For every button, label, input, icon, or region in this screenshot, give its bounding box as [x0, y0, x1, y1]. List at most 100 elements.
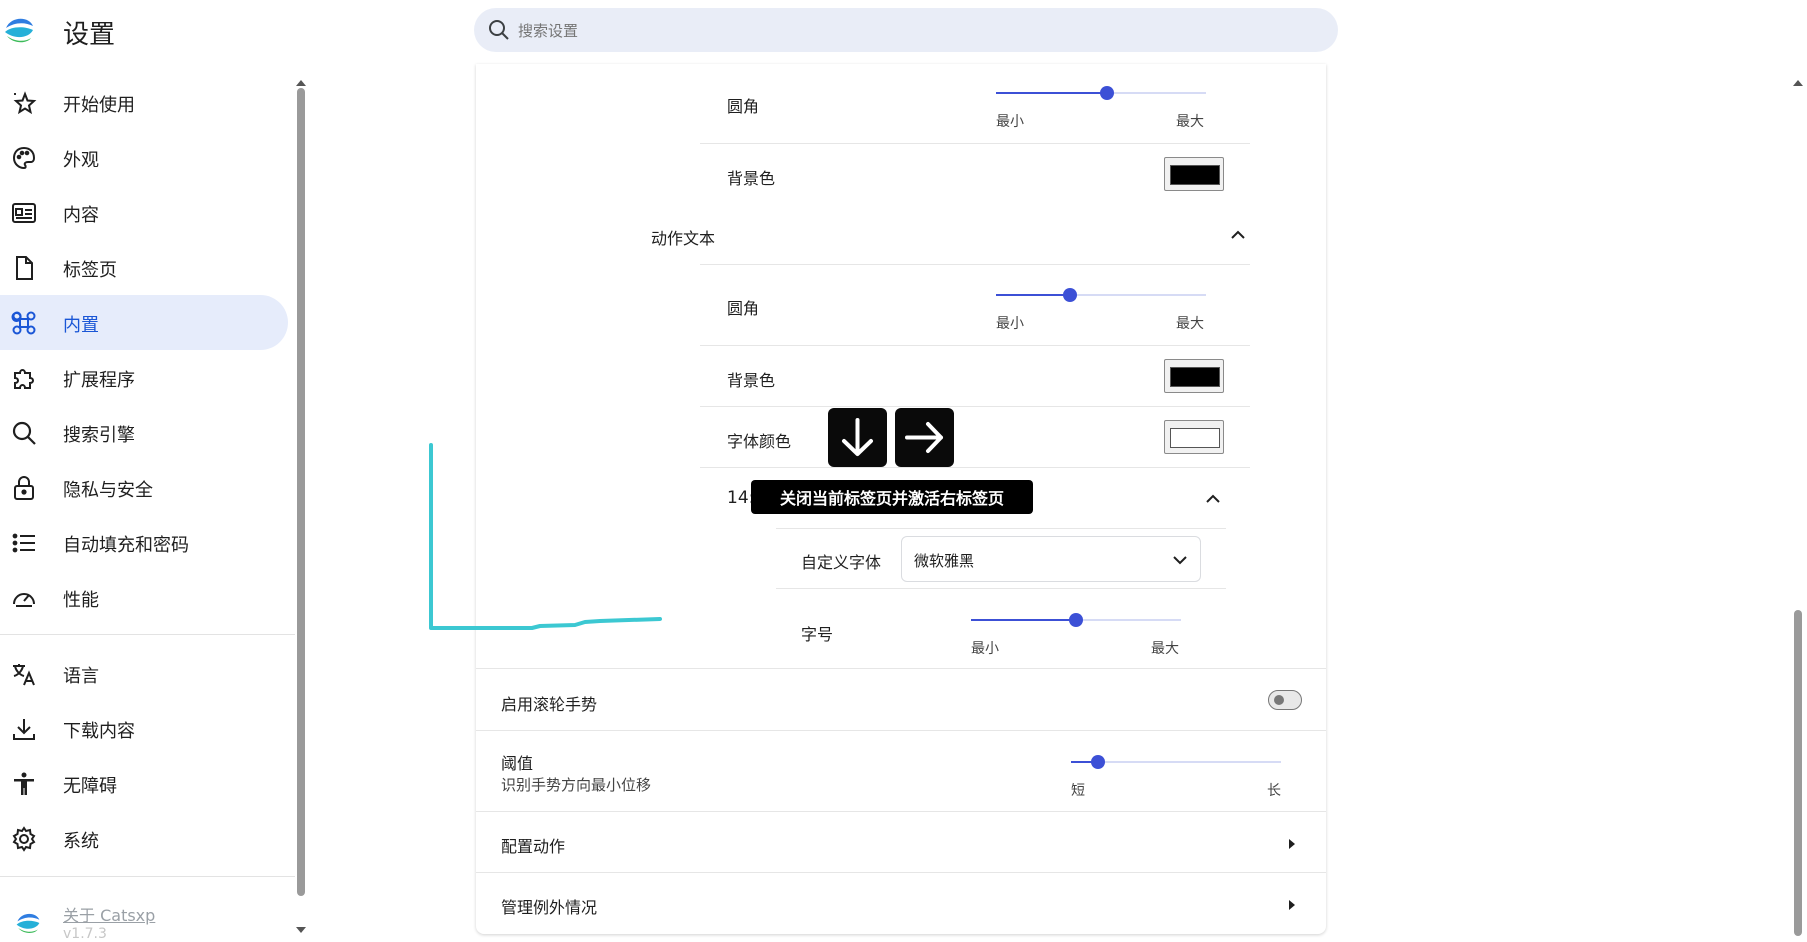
slider-fill — [996, 92, 1108, 94]
row-divider — [776, 588, 1226, 589]
corner-radius-label: 圆角 — [727, 97, 760, 116]
slider-min-label: 短 — [1071, 783, 1085, 799]
wheel-gesture-toggle[interactable] — [1268, 690, 1302, 710]
color-swatch-fill — [1170, 165, 1220, 185]
main-scroll-up-icon[interactable] — [1792, 72, 1804, 91]
sidebar-item-get-started[interactable]: 开始使用 — [0, 75, 288, 130]
row-divider — [700, 264, 1250, 265]
chevron-down-icon — [1172, 551, 1188, 570]
row-divider — [776, 528, 1226, 529]
lock-icon — [11, 475, 37, 501]
sidebar-item-label: 内容 — [63, 205, 99, 226]
arrow-down-icon — [842, 418, 873, 456]
gesture-arrow-right — [895, 408, 954, 467]
row-divider — [476, 668, 1326, 669]
row-divider — [476, 811, 1326, 812]
toggle-knob — [1274, 695, 1284, 705]
bg-color-label: 背景色 — [727, 371, 776, 390]
gesture-arrow-down — [828, 408, 887, 467]
version-text: v1.7.3 — [63, 926, 107, 942]
sidebar-item-label: 标签页 — [63, 260, 117, 281]
slider-max-label: 最大 — [1176, 114, 1204, 130]
sidebar-item-privacy[interactable]: 隐私与安全 — [0, 460, 288, 515]
sidebar-item-label: 搜索引擎 — [63, 425, 135, 446]
slider-min-label: 最小 — [971, 641, 999, 657]
threshold-description: 识别手势方向最小位移 — [501, 776, 652, 794]
sidebar-item-language[interactable]: 语言 — [0, 646, 288, 701]
sidebar-item-tabs[interactable]: 标签页 — [0, 240, 288, 295]
page-title: 设置 — [63, 20, 116, 50]
sidebar-item-label: 隐私与安全 — [63, 480, 153, 501]
slider-fill — [996, 294, 1070, 296]
search-bar[interactable] — [474, 8, 1338, 52]
sidebar-item-performance[interactable]: 性能 — [0, 570, 288, 625]
threshold-label: 阈值 — [501, 754, 534, 773]
puzzle-icon — [11, 365, 37, 391]
corner-radius-label: 圆角 — [727, 299, 760, 318]
speedometer-icon — [11, 585, 37, 611]
caret-right-icon[interactable] — [1288, 835, 1296, 854]
manage-exceptions-link[interactable]: 管理例外情况 — [501, 894, 597, 918]
search-icon — [11, 420, 37, 446]
sidebar: 设置 开始使用 外观 内容 标签页 内置 扩展程序 搜索引擎 隐私与安全 自动填… — [0, 0, 306, 942]
catsxp-logo-icon — [3, 14, 35, 50]
sidebar-item-label: 内置 — [63, 315, 99, 336]
row-divider — [700, 143, 1250, 144]
sidebar-item-downloads[interactable]: 下载内容 — [0, 701, 288, 756]
main-scrollbar-thumb[interactable] — [1794, 610, 1802, 936]
slider-min-label: 最小 — [996, 316, 1024, 332]
custom-font-select[interactable]: 微软雅黑 — [901, 536, 1201, 582]
caret-right-icon[interactable] — [1288, 896, 1296, 915]
custom-font-label: 自定义字体 — [801, 553, 882, 572]
document-tab-icon — [11, 255, 37, 281]
arrow-right-icon — [905, 422, 943, 453]
slider-fill — [971, 619, 1076, 621]
list-checks-icon — [11, 530, 37, 556]
sidebar-scroll-down-icon[interactable] — [295, 919, 307, 938]
chevron-up-icon[interactable] — [1205, 490, 1221, 509]
sidebar-item-accessibility[interactable]: 无障碍 — [0, 756, 288, 811]
slider-min-label: 最小 — [996, 114, 1024, 130]
gear-icon — [11, 826, 37, 852]
about-link[interactable]: 关于 Catsxp — [63, 902, 155, 926]
sidebar-scrollbar-thumb[interactable] — [297, 88, 305, 896]
search-icon — [488, 19, 510, 45]
search-input[interactable] — [516, 18, 1300, 44]
row-divider — [700, 467, 1250, 468]
wheel-gesture-label: 启用滚轮手势 — [501, 695, 598, 714]
sidebar-item-appearance[interactable]: 外观 — [0, 130, 288, 185]
sidebar-divider — [0, 876, 295, 877]
translate-icon — [11, 661, 37, 687]
sidebar-item-extensions[interactable]: 扩展程序 — [0, 350, 288, 405]
gesture-action-tooltip: 关闭当前标签页并激活右标签页 — [751, 480, 1033, 514]
bg-color-swatch[interactable] — [1164, 157, 1224, 191]
bg-color-label: 背景色 — [727, 169, 776, 188]
row-divider — [476, 730, 1326, 731]
command-key-icon — [11, 310, 37, 336]
sidebar-item-label: 开始使用 — [63, 95, 135, 116]
bg-color-swatch[interactable] — [1164, 359, 1224, 393]
sidebar-item-search-engine[interactable]: 搜索引擎 — [0, 405, 288, 460]
font-size-slider[interactable] — [971, 613, 1181, 627]
sidebar-item-content[interactable]: 内容 — [0, 185, 288, 240]
threshold-slider[interactable] — [1071, 755, 1281, 769]
slider-max-label: 最大 — [1176, 316, 1204, 332]
chevron-up-icon[interactable] — [1230, 226, 1246, 245]
sidebar-item-builtin[interactable]: 内置 — [0, 295, 288, 350]
slider-max-label: 长 — [1267, 783, 1281, 799]
corner-radius-slider[interactable] — [996, 288, 1206, 302]
sidebar-item-system[interactable]: 系统 — [0, 811, 288, 866]
color-swatch-fill — [1170, 428, 1220, 448]
slider-knob[interactable] — [1062, 288, 1077, 302]
sidebar-item-label: 无障碍 — [63, 776, 117, 797]
action-text-section-title: 动作文本 — [651, 229, 716, 248]
slider-knob[interactable] — [1069, 613, 1083, 627]
font-color-swatch[interactable] — [1164, 420, 1224, 454]
sidebar-item-label: 自动填充和密码 — [63, 535, 189, 556]
sidebar-item-autofill[interactable]: 自动填充和密码 — [0, 515, 288, 570]
slider-max-label: 最大 — [1151, 641, 1179, 657]
corner-radius-slider[interactable] — [996, 86, 1206, 100]
sidebar-item-label: 性能 — [63, 590, 99, 611]
sparkle-star-icon — [11, 90, 37, 116]
configure-actions-link[interactable]: 配置动作 — [501, 833, 565, 857]
